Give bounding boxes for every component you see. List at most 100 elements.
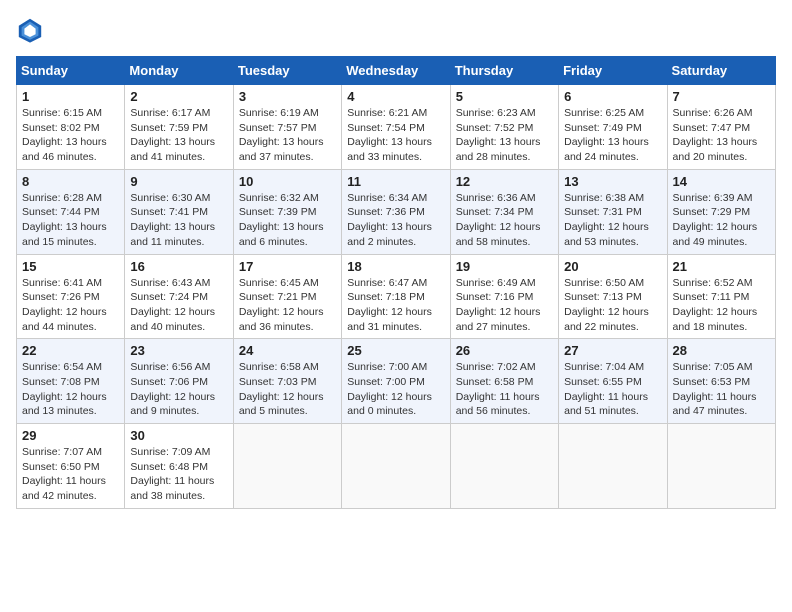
calendar-cell: 14 Sunrise: 6:39 AMSunset: 7:29 PMDayligh… (667, 169, 775, 254)
day-info: Sunrise: 6:19 AMSunset: 7:57 PMDaylight:… (239, 106, 336, 165)
day-number: 30 (130, 428, 227, 443)
calendar-cell: 8Sunrise: 6:28 AMSunset: 7:44 PMDaylight… (17, 169, 125, 254)
weekday-header-tuesday: Tuesday (233, 57, 341, 85)
day-number: 25 (347, 343, 444, 358)
calendar-cell: 15 Sunrise: 6:41 AMSunset: 7:26 PMDayligh… (17, 254, 125, 339)
day-number: 27 (564, 343, 661, 358)
day-info: Sunrise: 6:36 AMSunset: 7:34 PMDaylight:… (456, 191, 553, 250)
calendar-cell: 12 Sunrise: 6:36 AMSunset: 7:34 PMDayligh… (450, 169, 558, 254)
day-info: Sunrise: 7:09 AMSunset: 6:48 PMDaylight:… (130, 445, 227, 504)
calendar-cell: 24 Sunrise: 6:58 AMSunset: 7:03 PMDayligh… (233, 339, 341, 424)
day-info: Sunrise: 7:04 AMSunset: 6:55 PMDaylight:… (564, 360, 661, 419)
day-number: 21 (673, 259, 770, 274)
day-number: 5 (456, 89, 553, 104)
day-number: 7 (673, 89, 770, 104)
calendar-cell: 23Sunrise: 6:56 AMSunset: 7:06 PMDayligh… (125, 339, 233, 424)
day-info: Sunrise: 6:41 AMSunset: 7:26 PMDaylight:… (22, 276, 119, 335)
weekday-header-friday: Friday (559, 57, 667, 85)
calendar-cell: 11 Sunrise: 6:34 AMSunset: 7:36 PMDayligh… (342, 169, 450, 254)
day-number: 16 (130, 259, 227, 274)
weekday-header-wednesday: Wednesday (342, 57, 450, 85)
calendar-cell: 17 Sunrise: 6:45 AMSunset: 7:21 PMDayligh… (233, 254, 341, 339)
calendar-cell (450, 424, 558, 509)
calendar-table: SundayMondayTuesdayWednesdayThursdayFrid… (16, 56, 776, 509)
weekday-header-sunday: Sunday (17, 57, 125, 85)
day-number: 12 (456, 174, 553, 189)
day-info: Sunrise: 6:38 AMSunset: 7:31 PMDaylight:… (564, 191, 661, 250)
calendar-cell: 1 Sunrise: 6:15 AMSunset: 8:02 PMDaylight… (17, 85, 125, 170)
day-number: 11 (347, 174, 444, 189)
page-header (16, 16, 776, 44)
calendar-cell: 18 Sunrise: 6:47 AMSunset: 7:18 PMDayligh… (342, 254, 450, 339)
day-number: 14 (673, 174, 770, 189)
weekday-header-thursday: Thursday (450, 57, 558, 85)
day-info: Sunrise: 6:39 AMSunset: 7:29 PMDaylight:… (673, 191, 770, 250)
day-number: 15 (22, 259, 119, 274)
calendar-cell: 19 Sunrise: 6:49 AMSunset: 7:16 PMDayligh… (450, 254, 558, 339)
day-number: 18 (347, 259, 444, 274)
calendar-cell (233, 424, 341, 509)
calendar-cell: 28 Sunrise: 7:05 AMSunset: 6:53 PMDayligh… (667, 339, 775, 424)
day-info: Sunrise: 6:47 AMSunset: 7:18 PMDaylight:… (347, 276, 444, 335)
day-info: Sunrise: 6:26 AMSunset: 7:47 PMDaylight:… (673, 106, 770, 165)
day-info: Sunrise: 6:30 AMSunset: 7:41 PMDaylight:… (130, 191, 227, 250)
day-number: 19 (456, 259, 553, 274)
day-info: Sunrise: 6:28 AMSunset: 7:44 PMDaylight:… (22, 191, 119, 250)
day-number: 22 (22, 343, 119, 358)
day-number: 28 (673, 343, 770, 358)
calendar-cell: 7 Sunrise: 6:26 AMSunset: 7:47 PMDaylight… (667, 85, 775, 170)
calendar-cell: 10 Sunrise: 6:32 AMSunset: 7:39 PMDayligh… (233, 169, 341, 254)
day-info: Sunrise: 7:05 AMSunset: 6:53 PMDaylight:… (673, 360, 770, 419)
calendar-cell (342, 424, 450, 509)
calendar-cell: 3 Sunrise: 6:19 AMSunset: 7:57 PMDaylight… (233, 85, 341, 170)
weekday-header-saturday: Saturday (667, 57, 775, 85)
day-number: 9 (130, 174, 227, 189)
calendar-cell: 16 Sunrise: 6:43 AMSunset: 7:24 PMDayligh… (125, 254, 233, 339)
day-info: Sunrise: 6:52 AMSunset: 7:11 PMDaylight:… (673, 276, 770, 335)
day-number: 29 (22, 428, 119, 443)
calendar-cell: 26 Sunrise: 7:02 AMSunset: 6:58 PMDayligh… (450, 339, 558, 424)
calendar-cell (559, 424, 667, 509)
day-info: Sunrise: 7:02 AMSunset: 6:58 PMDaylight:… (456, 360, 553, 419)
day-info: Sunrise: 6:32 AMSunset: 7:39 PMDaylight:… (239, 191, 336, 250)
calendar-cell: 25Sunrise: 7:00 AMSunset: 7:00 PMDayligh… (342, 339, 450, 424)
day-number: 24 (239, 343, 336, 358)
day-number: 3 (239, 89, 336, 104)
day-number: 17 (239, 259, 336, 274)
day-info: Sunrise: 6:25 AMSunset: 7:49 PMDaylight:… (564, 106, 661, 165)
calendar-cell: 2 Sunrise: 6:17 AMSunset: 7:59 PMDaylight… (125, 85, 233, 170)
calendar-cell: 27 Sunrise: 7:04 AMSunset: 6:55 PMDayligh… (559, 339, 667, 424)
calendar-header: SundayMondayTuesdayWednesdayThursdayFrid… (17, 57, 776, 85)
calendar-cell (667, 424, 775, 509)
weekday-header-monday: Monday (125, 57, 233, 85)
day-number: 1 (22, 89, 119, 104)
day-info: Sunrise: 6:43 AMSunset: 7:24 PMDaylight:… (130, 276, 227, 335)
day-info: Sunrise: 6:54 AMSunset: 7:08 PMDaylight:… (22, 360, 119, 419)
day-info: Sunrise: 6:17 AMSunset: 7:59 PMDaylight:… (130, 106, 227, 165)
day-info: Sunrise: 6:21 AMSunset: 7:54 PMDaylight:… (347, 106, 444, 165)
calendar-cell: 13 Sunrise: 6:38 AMSunset: 7:31 PMDayligh… (559, 169, 667, 254)
calendar-cell: 22 Sunrise: 6:54 AMSunset: 7:08 PMDayligh… (17, 339, 125, 424)
day-info: Sunrise: 6:15 AMSunset: 8:02 PMDaylight:… (22, 106, 119, 165)
day-info: Sunrise: 6:58 AMSunset: 7:03 PMDaylight:… (239, 360, 336, 419)
calendar-cell: 9 Sunrise: 6:30 AMSunset: 7:41 PMDaylight… (125, 169, 233, 254)
calendar-cell: 6 Sunrise: 6:25 AMSunset: 7:49 PMDaylight… (559, 85, 667, 170)
day-info: Sunrise: 6:34 AMSunset: 7:36 PMDaylight:… (347, 191, 444, 250)
logo-icon (16, 16, 44, 44)
day-number: 6 (564, 89, 661, 104)
logo (16, 16, 48, 44)
day-number: 2 (130, 89, 227, 104)
day-number: 10 (239, 174, 336, 189)
calendar-cell: 29Sunrise: 7:07 AMSunset: 6:50 PMDayligh… (17, 424, 125, 509)
day-info: Sunrise: 6:50 AMSunset: 7:13 PMDaylight:… (564, 276, 661, 335)
calendar-cell: 21 Sunrise: 6:52 AMSunset: 7:11 PMDayligh… (667, 254, 775, 339)
day-info: Sunrise: 6:45 AMSunset: 7:21 PMDaylight:… (239, 276, 336, 335)
calendar-cell: 5 Sunrise: 6:23 AMSunset: 7:52 PMDaylight… (450, 85, 558, 170)
day-number: 26 (456, 343, 553, 358)
day-number: 4 (347, 89, 444, 104)
day-info: Sunrise: 6:23 AMSunset: 7:52 PMDaylight:… (456, 106, 553, 165)
day-info: Sunrise: 6:49 AMSunset: 7:16 PMDaylight:… (456, 276, 553, 335)
calendar-cell: 30 Sunrise: 7:09 AMSunset: 6:48 PMDayligh… (125, 424, 233, 509)
calendar-cell: 20Sunrise: 6:50 AMSunset: 7:13 PMDayligh… (559, 254, 667, 339)
day-number: 13 (564, 174, 661, 189)
